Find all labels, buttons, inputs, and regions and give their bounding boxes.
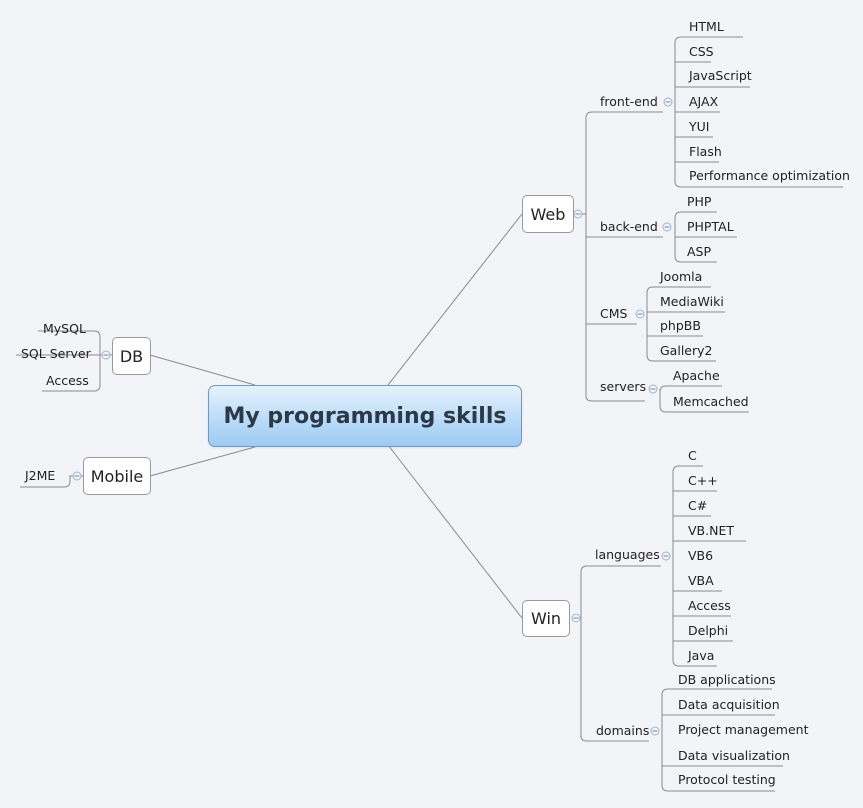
connector-mobile [149,446,256,477]
leaf-mediawiki[interactable]: MediaWiki [660,294,724,310]
leaf-access-db[interactable]: Access [46,373,89,389]
leaf-css[interactable]: CSS [689,44,714,60]
subtopic-cms[interactable]: CMS [600,306,627,322]
leaf-php[interactable]: PHP [687,194,711,210]
connector-db [149,354,256,386]
connector-web-groups [573,111,663,402]
subtopic-front-end[interactable]: front-end [600,94,658,110]
leaf-gallery2[interactable]: Gallery2 [660,343,712,359]
leaf-flash[interactable]: Flash [689,144,722,160]
leaf-yui[interactable]: YUI [689,119,709,135]
leaf-joomla[interactable]: Joomla [660,269,702,285]
leaf-memcached[interactable]: Memcached [673,394,749,410]
leaf-csharp[interactable]: C# [688,498,707,514]
leaf-asp[interactable]: ASP [687,244,711,260]
leaf-performance-optimization[interactable]: Performance optimization [689,168,850,184]
subtopic-domains[interactable]: domains [596,723,649,739]
subtopic-servers[interactable]: servers [600,379,646,395]
leaf-delphi[interactable]: Delphi [688,623,728,639]
leaf-vb6[interactable]: VB6 [688,548,713,564]
connector-win [387,444,523,619]
topic-mobile[interactable]: Mobile [83,457,151,495]
leaf-vbnet[interactable]: VB.NET [688,523,734,539]
subtopic-back-end[interactable]: back-end [600,219,658,235]
leaf-phpbb[interactable]: phpBB [660,318,701,334]
leaf-phptal[interactable]: PHPTAL [687,219,734,235]
subtopic-languages[interactable]: languages [595,547,660,563]
leaf-project-management[interactable]: Project management [678,722,808,738]
leaf-access-win[interactable]: Access [688,598,731,614]
leaf-data-visualization[interactable]: Data visualization [678,748,790,764]
topic-db[interactable]: DB [112,337,151,375]
connector-web [387,213,523,386]
leaf-apache[interactable]: Apache [673,368,720,384]
topic-web[interactable]: Web [522,195,574,233]
leaf-ajax[interactable]: AJAX [689,94,718,110]
leaf-mysql[interactable]: MySQL [43,321,86,337]
leaf-html[interactable]: HTML [689,19,724,35]
leaf-sql-server[interactable]: SQL Server [21,346,91,362]
leaf-vba[interactable]: VBA [688,573,714,589]
central-topic[interactable]: My programming skills [208,385,522,447]
leaf-cpp[interactable]: C++ [688,473,718,489]
leaf-java[interactable]: Java [688,648,714,664]
leaf-db-applications[interactable]: DB applications [678,672,776,688]
leaf-javascript[interactable]: JavaScript [689,68,752,84]
topic-win[interactable]: Win [522,600,570,637]
connector-win-groups [573,565,661,742]
leaf-data-acquisition[interactable]: Data acquisition [678,697,780,713]
leaf-protocol-testing[interactable]: Protocol testing [678,772,776,788]
leaf-c[interactable]: C [688,448,697,464]
leaf-j2me[interactable]: J2ME [25,468,55,484]
